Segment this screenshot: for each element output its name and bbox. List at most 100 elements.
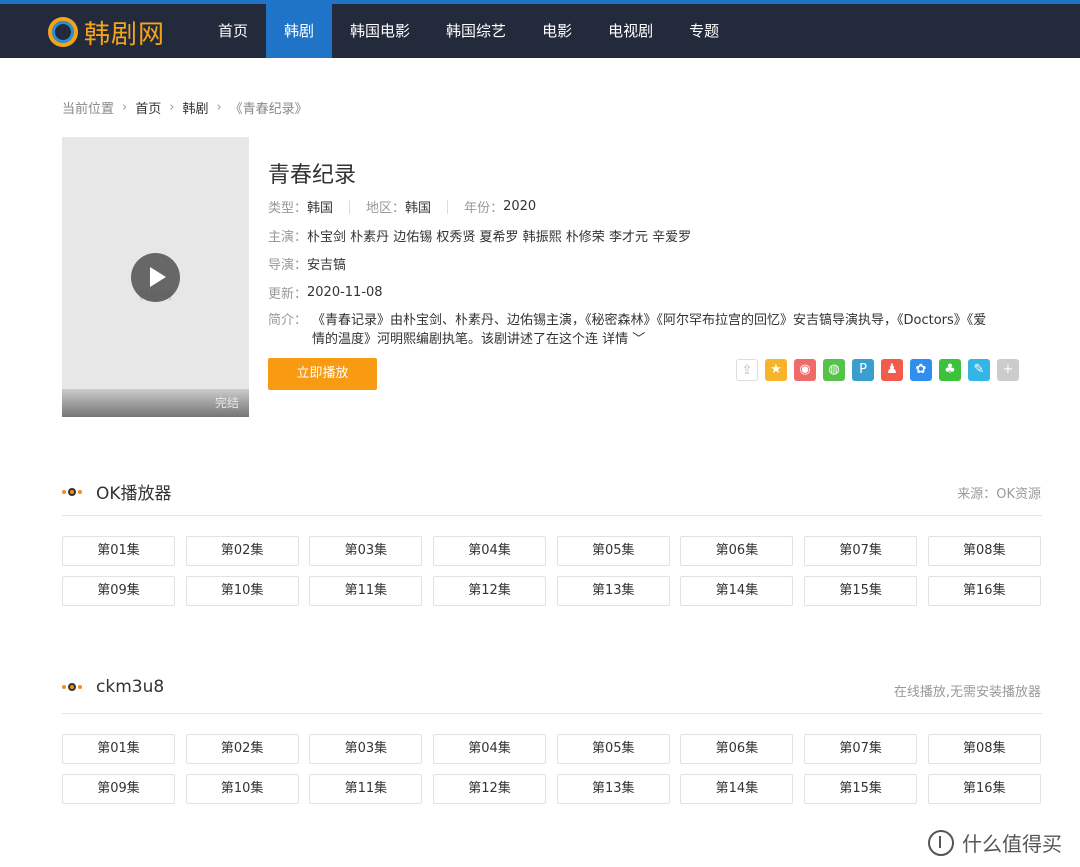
nav-item[interactable]: 韩国综艺 <box>428 4 524 58</box>
episode-button[interactable]: 第05集 <box>556 536 670 566</box>
episode-button[interactable]: 第16集 <box>927 774 1041 804</box>
play-now-button[interactable]: 立即播放 <box>268 358 377 390</box>
more-icon-glyph: + <box>1002 362 1014 377</box>
synopsis-text: 《青春记录》由朴宝剑、朴素丹、边佑锡主演，《秘密森林》《阿尔罕布拉宫的回忆》安吉… <box>312 313 987 347</box>
chevron-right-icon: › <box>216 100 222 115</box>
site-logo[interactable]: 韩剧网 <box>48 12 165 52</box>
note-icon-glyph: ✎ <box>973 362 985 377</box>
episode-button[interactable]: 第04集 <box>433 536 547 566</box>
type-value[interactable]: 韩国 <box>307 197 333 216</box>
episode-button[interactable]: 第10集 <box>185 774 299 804</box>
share-icon[interactable]: ⇪ <box>736 359 758 381</box>
corner-watermark: 什么值得买 <box>928 828 1062 857</box>
nav-item[interactable]: 电视剧 <box>590 4 671 58</box>
episode-button[interactable]: 第03集 <box>309 536 423 566</box>
type-label: 类型： <box>268 201 308 216</box>
qzone-icon[interactable]: ★ <box>765 359 787 381</box>
wechat-icon[interactable]: ◍ <box>823 359 845 381</box>
region-value[interactable]: 韩国 <box>405 197 431 216</box>
chevron-right-icon: › <box>122 100 128 115</box>
nav-item[interactable]: 电影 <box>524 4 590 58</box>
page-title: 青春纪录 <box>268 163 357 188</box>
divider <box>349 199 351 214</box>
episode-button[interactable]: 第06集 <box>680 536 794 566</box>
episode-button[interactable]: 第13集 <box>556 774 670 804</box>
player-source: 来源：OK资源 <box>957 487 1041 502</box>
logo-ring-icon <box>48 17 78 47</box>
synopsis-label: 简介： <box>268 313 308 328</box>
cast-row: 主演： 朴宝剑 朴素丹 边佑锡 权秀贤 夏希罗 韩振熙 朴修荣 李才元 辛爱罗 <box>268 226 691 245</box>
episode-grid: 第01集 第02集 第03集 第04集 第05集 第06集 第07集 第08集第09集 第10集… <box>62 536 1042 606</box>
director-label: 导演： <box>268 258 308 273</box>
qzone-icon-glyph: ★ <box>770 362 782 377</box>
synopsis-body: 《青春记录》由朴宝剑、朴素丹、边佑锡主演，《秘密森林》《阿尔罕布拉宫的回忆》安吉… <box>268 311 988 349</box>
main-nav: 首页 韩剧 韩国电影 韩国综艺 电影 电视剧 专题 <box>200 4 737 58</box>
nav-item[interactable]: 首页 <box>200 4 266 58</box>
section-divider <box>62 515 1042 516</box>
episode-button[interactable]: 第07集 <box>804 734 918 764</box>
episode-button[interactable]: 第07集 <box>804 536 918 566</box>
episode-button[interactable]: 第09集 <box>62 576 175 606</box>
director-row: 导演： 安吉镐 <box>268 254 346 273</box>
updated-label: 更新： <box>268 287 308 302</box>
episode-button[interactable]: 第14集 <box>680 774 794 804</box>
episode-button[interactable]: 第06集 <box>680 734 794 764</box>
share-bar: ⇪ ★ ◉ ◍ P ♟ ✿ ♣ ✎ + <box>736 359 1026 381</box>
tencent-weibo-icon[interactable]: P <box>852 359 874 381</box>
clover-icon[interactable]: ♣ <box>939 359 961 381</box>
smzdm-logo-icon <box>928 829 954 856</box>
episode-button[interactable]: 第04集 <box>433 734 547 764</box>
baidu-icon[interactable]: ✿ <box>910 359 932 381</box>
episode-button[interactable]: 第15集 <box>804 576 918 606</box>
nav-item[interactable]: 韩国电影 <box>332 4 428 58</box>
breadcrumb-category[interactable]: 韩剧 <box>182 98 208 117</box>
episode-button[interactable]: 第02集 <box>185 536 299 566</box>
player-section-title: OK播放器 <box>62 479 172 504</box>
poster[interactable]: 韩剧网 完结 <box>62 137 249 417</box>
episode-button[interactable]: 第15集 <box>804 774 918 804</box>
episode-button[interactable]: 第11集 <box>309 774 423 804</box>
breadcrumb-home[interactable]: 首页 <box>135 98 161 117</box>
play-icon[interactable] <box>131 253 180 302</box>
episode-button[interactable]: 第08集 <box>927 536 1041 566</box>
player-source: 在线播放,无需安装播放器 <box>893 685 1041 700</box>
qq-icon[interactable]: ♟ <box>881 359 903 381</box>
episode-button[interactable]: 第02集 <box>185 734 299 764</box>
breadcrumb-current: 《青春纪录》 <box>229 102 308 117</box>
nav-item[interactable]: 韩剧 <box>266 4 333 58</box>
episode-button[interactable]: 第03集 <box>309 734 423 764</box>
cast-label: 主演： <box>268 230 308 245</box>
qq-icon-glyph: ♟ <box>886 362 898 377</box>
weibo-icon-glyph: ◉ <box>799 362 811 377</box>
share-icon-glyph: ⇪ <box>741 363 753 378</box>
episode-button[interactable]: 第14集 <box>680 576 794 606</box>
note-icon[interactable]: ✎ <box>968 359 990 381</box>
section-dots-icon <box>62 487 82 496</box>
episode-button[interactable]: 第01集 <box>62 536 175 566</box>
episode-button[interactable]: 第12集 <box>433 576 547 606</box>
cast-value[interactable]: 朴宝剑 朴素丹 边佑锡 权秀贤 夏希罗 韩振熙 朴修荣 李才元 辛爱罗 <box>307 226 691 245</box>
more-icon[interactable]: + <box>997 359 1019 381</box>
episode-button[interactable]: 第05集 <box>556 734 670 764</box>
episode-button[interactable]: 第09集 <box>62 774 175 804</box>
episode-button[interactable]: 第01集 <box>62 734 175 764</box>
episode-button[interactable]: 第08集 <box>927 734 1041 764</box>
weibo-icon[interactable]: ◉ <box>794 359 816 381</box>
section-divider <box>62 713 1042 714</box>
episode-button[interactable]: 第11集 <box>309 576 423 606</box>
episode-button[interactable]: 第12集 <box>433 774 547 804</box>
synopsis-more-link[interactable]: 详情 ﹀ <box>602 332 645 347</box>
director-value[interactable]: 安吉镐 <box>307 254 346 273</box>
episode-button[interactable]: 第13集 <box>556 576 670 606</box>
year-value[interactable]: 2020 <box>503 199 536 214</box>
player-section-title: ckm3u8 <box>62 677 164 697</box>
episode-button[interactable]: 第16集 <box>927 576 1041 606</box>
episode-button[interactable]: 第10集 <box>185 576 299 606</box>
chevron-right-icon: › <box>169 100 175 115</box>
player-name: OK播放器 <box>96 484 172 504</box>
updated-row: 更新： 2020-11-08 <box>268 283 383 302</box>
divider <box>447 199 449 214</box>
nav-item[interactable]: 专题 <box>671 4 737 58</box>
corner-watermark-text: 什么值得买 <box>962 832 1062 856</box>
wechat-icon-glyph: ◍ <box>828 362 840 377</box>
